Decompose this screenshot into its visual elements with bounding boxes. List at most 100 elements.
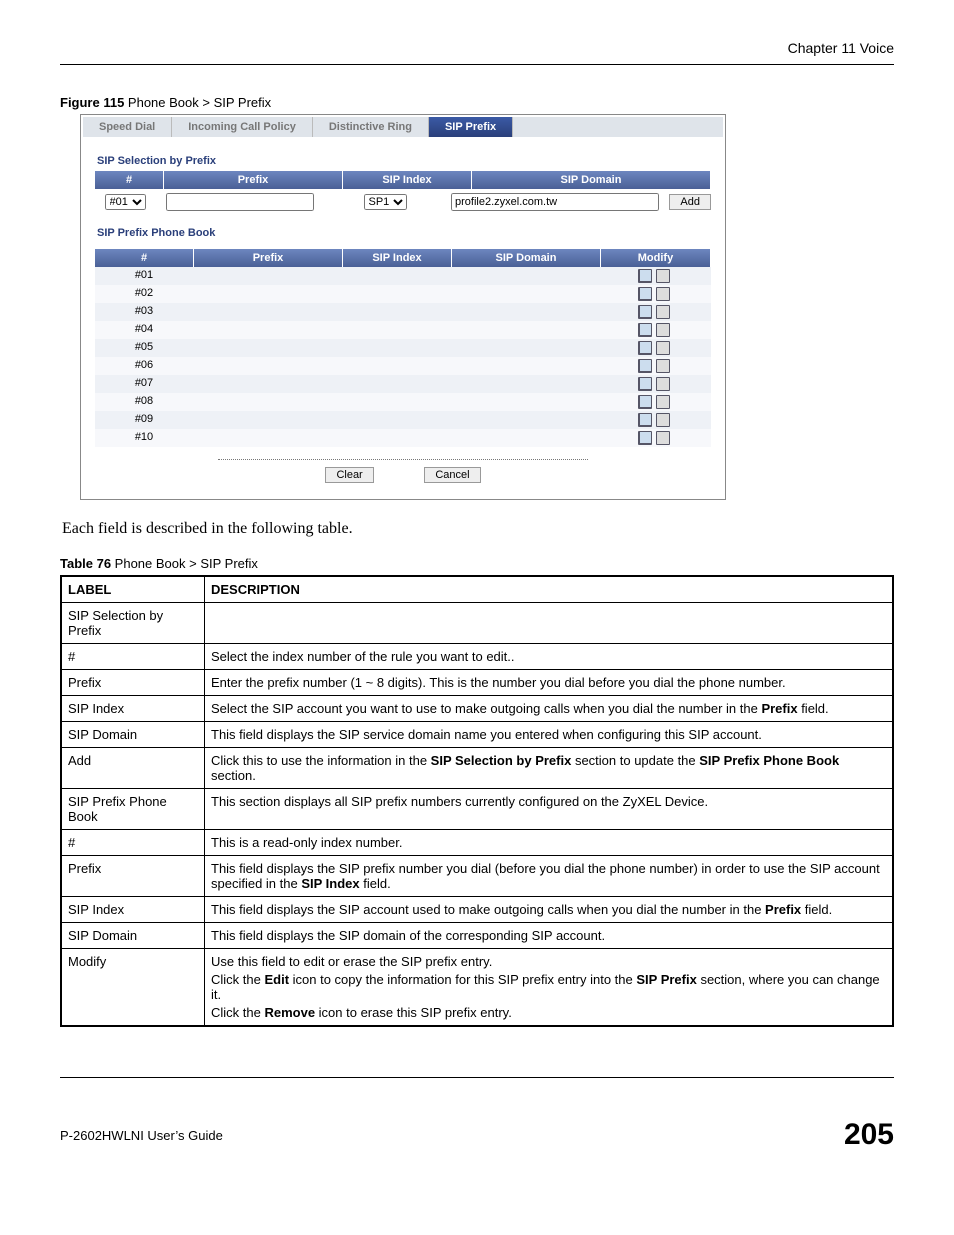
delete-icon[interactable] — [656, 377, 670, 391]
phonebook-header-row: # Prefix SIP Index SIP Domain Modify — [95, 249, 711, 267]
edit-icon[interactable] — [638, 377, 652, 391]
row-prefix — [193, 303, 341, 321]
row-index: #05 — [95, 339, 193, 357]
pb-col-prefix: Prefix — [194, 249, 343, 267]
table-header-description: DESCRIPTION — [205, 576, 894, 603]
row-prefix — [193, 393, 341, 411]
tab-incoming-call-policy[interactable]: Incoming Call Policy — [172, 117, 313, 137]
desc-text: This field displays the SIP prefix numbe… — [205, 856, 894, 897]
prefix-input[interactable] — [166, 193, 314, 211]
row-prefix — [193, 357, 341, 375]
phonebook-rows: #01#02#03#04#05#06#07#08#09#10 — [95, 267, 711, 447]
delete-icon[interactable] — [656, 341, 670, 355]
desc-label: SIP Selection by Prefix — [61, 603, 205, 644]
pb-col-sipindex: SIP Index — [343, 249, 452, 267]
tab-bar: Speed DialIncoming Call PolicyDistinctiv… — [83, 117, 723, 137]
table-row: #09 — [95, 411, 711, 429]
row-modify — [597, 429, 711, 447]
edit-icon[interactable] — [638, 341, 652, 355]
page-footer: P-2602HWLNI User’s Guide 205 — [60, 1118, 894, 1152]
row-sipdomain — [449, 411, 597, 429]
tab-distinctive-ring[interactable]: Distinctive Ring — [313, 117, 429, 137]
add-button[interactable]: Add — [669, 194, 711, 210]
sipdomain-input[interactable] — [451, 193, 659, 211]
row-prefix — [193, 429, 341, 447]
desc-label: SIP Domain — [61, 923, 205, 949]
edit-icon[interactable] — [638, 395, 652, 409]
desc-label: # — [61, 830, 205, 856]
row-index: #08 — [95, 393, 193, 411]
row-sipdomain — [449, 393, 597, 411]
cancel-button[interactable]: Cancel — [424, 467, 480, 483]
row-sipindex — [341, 321, 449, 339]
sipindex-select[interactable]: SP1 — [364, 194, 407, 210]
row-sipdomain — [449, 285, 597, 303]
screenshot-panel: Speed DialIncoming Call PolicyDistinctiv… — [80, 114, 726, 500]
edit-icon[interactable] — [638, 287, 652, 301]
delete-icon[interactable] — [656, 269, 670, 283]
button-row: Clear Cancel — [95, 466, 711, 483]
table-label: Table 76 — [60, 556, 111, 571]
desc-text: This field displays the SIP domain of th… — [205, 923, 894, 949]
delete-icon[interactable] — [656, 359, 670, 373]
row-modify — [597, 267, 711, 285]
table-text: Phone Book > SIP Prefix — [111, 556, 258, 571]
row-sipindex — [341, 285, 449, 303]
row-sipdomain — [449, 357, 597, 375]
delete-icon[interactable] — [656, 413, 670, 427]
description-table: LABEL DESCRIPTION SIP Selection by Prefi… — [60, 575, 894, 1027]
table-row: #01 — [95, 267, 711, 285]
index-select[interactable]: #01 — [105, 194, 146, 210]
desc-text: Enter the prefix number (1 ~ 8 digits). … — [205, 670, 894, 696]
row-sipdomain — [449, 303, 597, 321]
table-row: #08 — [95, 393, 711, 411]
desc-text: Use this field to edit or erase the SIP … — [205, 949, 894, 1027]
edit-icon[interactable] — [638, 413, 652, 427]
edit-icon[interactable] — [638, 305, 652, 319]
row-sipindex — [341, 429, 449, 447]
desc-text: This section displays all SIP prefix num… — [205, 789, 894, 830]
desc-label: Add — [61, 748, 205, 789]
edit-icon[interactable] — [638, 269, 652, 283]
row-index: #07 — [95, 375, 193, 393]
tab-speed-dial[interactable]: Speed Dial — [83, 117, 172, 137]
header-rule — [60, 64, 894, 65]
desc-label: SIP Domain — [61, 722, 205, 748]
row-index: #06 — [95, 357, 193, 375]
desc-label: Modify — [61, 949, 205, 1027]
clear-button[interactable]: Clear — [325, 467, 373, 483]
row-modify — [597, 303, 711, 321]
desc-label: # — [61, 644, 205, 670]
delete-icon[interactable] — [656, 395, 670, 409]
row-prefix — [193, 339, 341, 357]
desc-label: Prefix — [61, 670, 205, 696]
desc-text: Select the SIP account you want to use t… — [205, 696, 894, 722]
row-sipdomain — [449, 321, 597, 339]
figure-text: Phone Book > SIP Prefix — [124, 95, 271, 110]
desc-text: Select the index number of the rule you … — [205, 644, 894, 670]
section-phonebook-title: SIP Prefix Phone Book — [97, 227, 709, 239]
row-sipindex — [341, 411, 449, 429]
footer-guide-name: P-2602HWLNI User’s Guide — [60, 1128, 223, 1143]
edit-icon[interactable] — [638, 323, 652, 337]
delete-icon[interactable] — [656, 305, 670, 319]
row-prefix — [193, 375, 341, 393]
delete-icon[interactable] — [656, 431, 670, 445]
desc-text: This field displays the SIP account used… — [205, 897, 894, 923]
table-caption: Table 76 Phone Book > SIP Prefix — [60, 556, 894, 571]
selection-header-row: # Prefix SIP Index SIP Domain — [95, 171, 711, 189]
delete-icon[interactable] — [656, 287, 670, 301]
delete-icon[interactable] — [656, 323, 670, 337]
table-row: #04 — [95, 321, 711, 339]
desc-label: SIP Index — [61, 897, 205, 923]
row-modify — [597, 321, 711, 339]
table-header-label: LABEL — [61, 576, 205, 603]
col-prefix: Prefix — [164, 171, 343, 189]
tab-sip-prefix[interactable]: SIP Prefix — [429, 117, 513, 137]
edit-icon[interactable] — [638, 431, 652, 445]
pb-col-sipdomain: SIP Domain — [452, 249, 601, 267]
row-prefix — [193, 267, 341, 285]
edit-icon[interactable] — [638, 359, 652, 373]
desc-label: Prefix — [61, 856, 205, 897]
row-sipindex — [341, 267, 449, 285]
